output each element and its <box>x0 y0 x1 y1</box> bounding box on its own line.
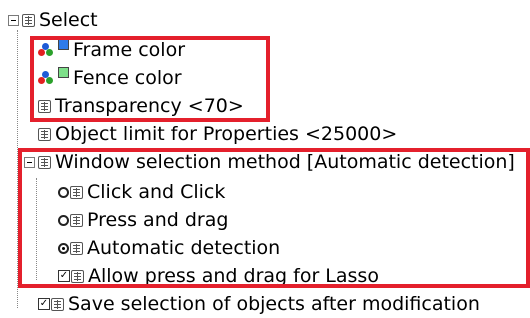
collapse-toggle-icon[interactable] <box>8 14 19 26</box>
checkbox-checked-icon[interactable]: ✓ <box>38 298 50 310</box>
save-selection-label: Save selection of objects after modifica… <box>68 293 480 315</box>
highlight-box-colors <box>30 36 270 122</box>
highlight-box-window-selection <box>18 148 530 288</box>
property-icon <box>38 127 51 141</box>
tree-item-object-limit[interactable]: Object limit for Properties <25000> <box>38 120 397 148</box>
tree-item-select[interactable]: Select <box>8 6 98 34</box>
object-limit-label: Object limit for Properties <25000> <box>55 123 398 145</box>
property-icon <box>22 13 35 27</box>
select-label: Select <box>39 9 98 31</box>
property-icon <box>51 297 64 311</box>
tree-item-save-selection[interactable]: ✓ Save selection of objects after modifi… <box>38 290 480 318</box>
